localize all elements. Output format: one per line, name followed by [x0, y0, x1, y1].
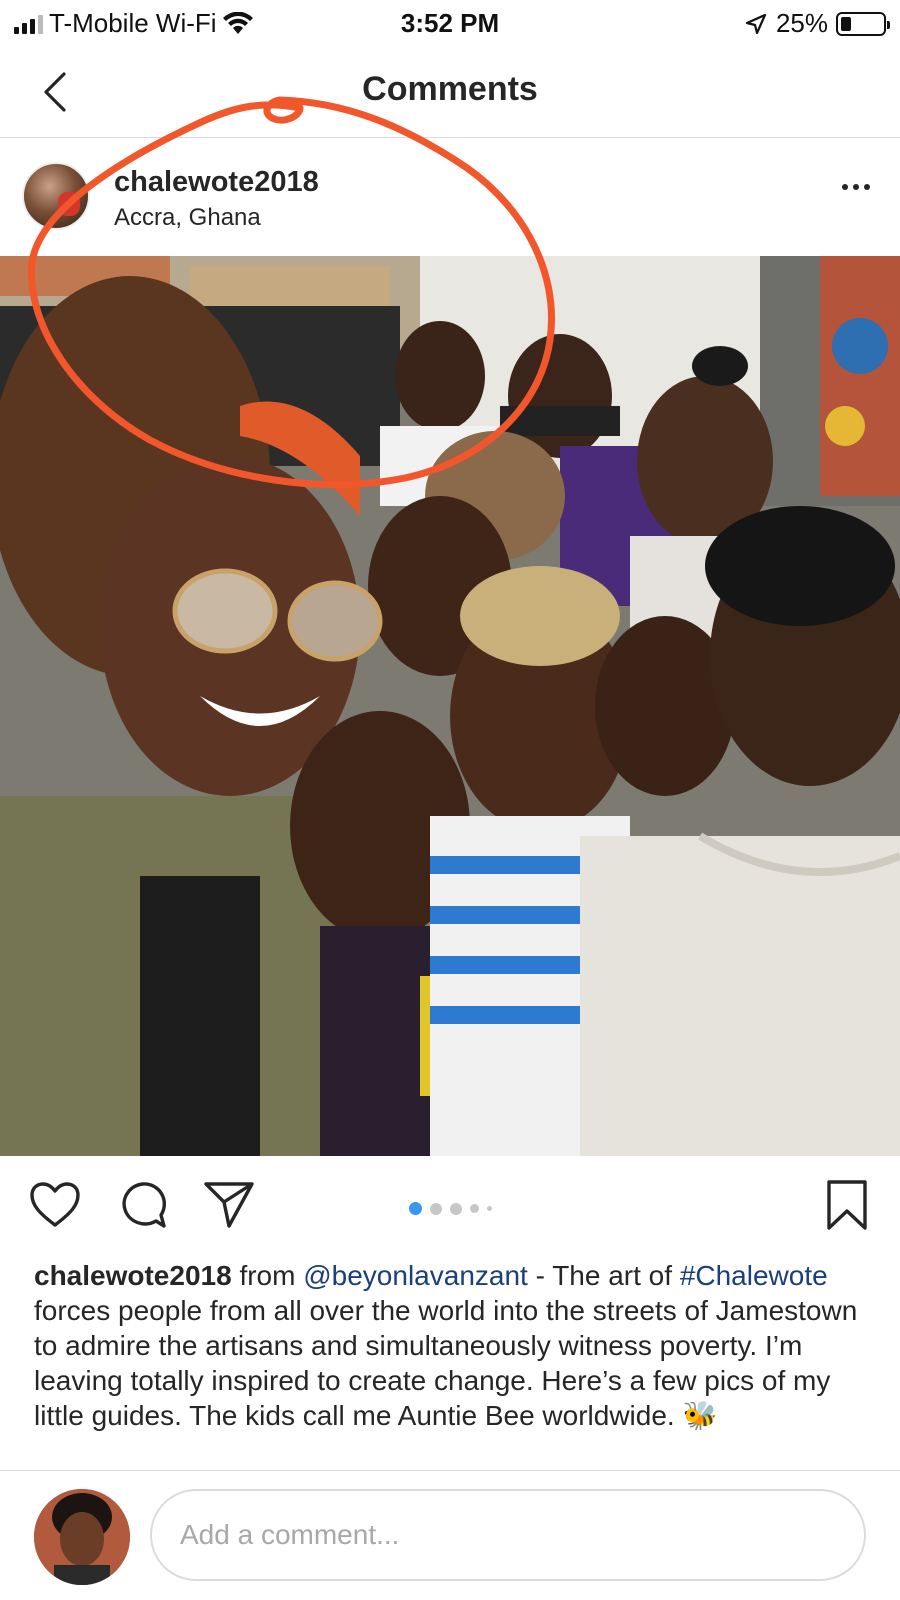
post-avatar[interactable] [22, 162, 90, 230]
post-action-bar [0, 1172, 900, 1242]
nav-bar: Comments [0, 46, 900, 138]
carousel-indicator [0, 1202, 900, 1215]
caption-text-body: forces people from all over the world in… [34, 1295, 858, 1431]
user-avatar[interactable] [34, 1489, 130, 1585]
caption-from: from [239, 1260, 296, 1291]
carousel-dot [429, 1202, 442, 1215]
post-username[interactable]: chalewote2018 [114, 166, 319, 199]
carousel-dot [486, 1206, 492, 1211]
comment-bar [0, 1470, 900, 1600]
post-location[interactable]: Accra, Ghana [114, 204, 261, 232]
carousel-dot [449, 1202, 462, 1215]
post-caption: chalewote2018 from @beyonlavanzant - The… [34, 1258, 874, 1433]
bee-emoji: 🐝 [682, 1400, 718, 1431]
battery-icon [836, 11, 890, 36]
status-bar: T-Mobile Wi-Fi 3:52 PM 25% [0, 0, 900, 46]
caption-username[interactable]: chalewote2018 [34, 1260, 232, 1291]
bookmark-icon [827, 1180, 867, 1230]
save-button[interactable] [818, 1176, 876, 1234]
battery-percent: 25% [775, 8, 828, 38]
status-right: 25% [744, 8, 890, 39]
carousel-dot [408, 1202, 422, 1215]
location-arrow-icon [745, 13, 767, 34]
comment-input[interactable] [150, 1489, 866, 1581]
more-options-icon[interactable] [842, 184, 870, 190]
carousel-dot [469, 1204, 479, 1213]
battery-fill [841, 16, 851, 31]
caption-mention-link[interactable]: @beyonlavanzant [303, 1260, 528, 1291]
post-photo-illustration [0, 256, 900, 1156]
caption-text-intro: - The art of [527, 1260, 673, 1291]
page-title: Comments [362, 70, 538, 108]
post-header: chalewote2018 Accra, Ghana [0, 138, 900, 256]
caption-hashtag-link[interactable]: #Chalewote [680, 1260, 828, 1291]
user-avatar-image [34, 1489, 130, 1585]
post-photo[interactable] [0, 256, 900, 1156]
